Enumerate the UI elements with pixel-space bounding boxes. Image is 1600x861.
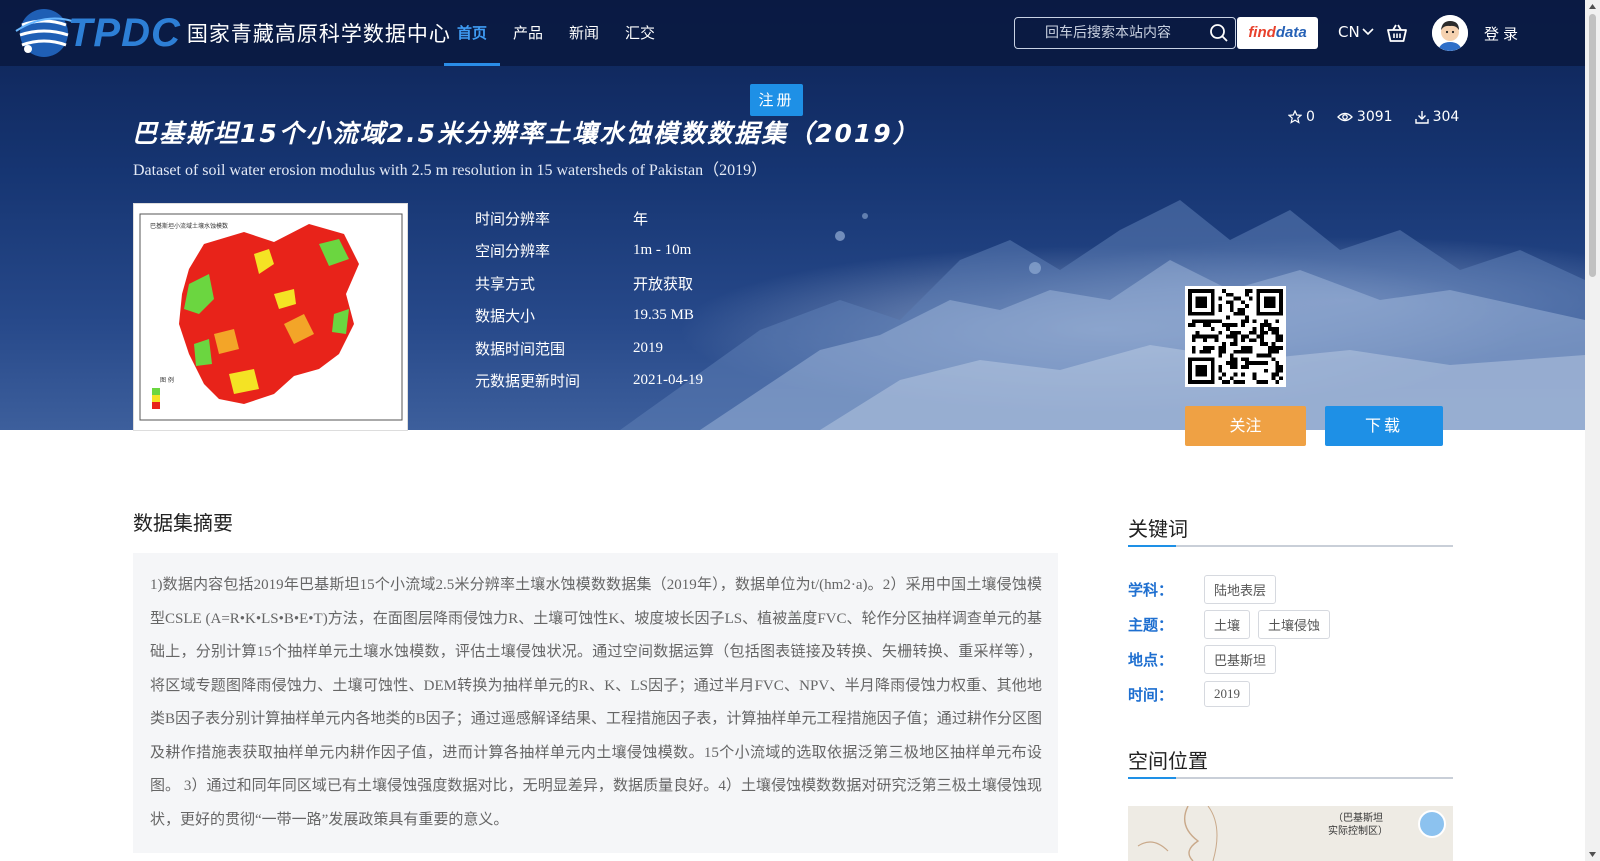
- meta-row: 共享方式 开放获取: [475, 267, 703, 300]
- meta-row: 时间分辨率 年: [475, 202, 703, 235]
- star-count[interactable]: 0: [1288, 109, 1315, 125]
- meta-key: 共享方式: [475, 274, 536, 293]
- meta-value: 19.35 MB: [633, 307, 694, 324]
- meta-key: 时间分辨率: [475, 209, 551, 228]
- keyword-row-place: 地点： 巴基斯坦: [1128, 645, 1284, 674]
- findata-link[interactable]: finddata: [1237, 17, 1318, 49]
- download-icon: [1414, 111, 1429, 124]
- login-link[interactable]: 登录: [1484, 23, 1522, 44]
- svg-text:图 例: 图 例: [160, 376, 174, 384]
- meta-value: 年: [633, 211, 649, 228]
- search-box: [1014, 17, 1236, 49]
- abstract-heading: 数据集摘要: [133, 511, 233, 535]
- keyword-tag[interactable]: 土壤: [1204, 610, 1251, 639]
- scroll-down-arrow-icon[interactable]: [1588, 850, 1597, 858]
- user-avatar[interactable]: [1432, 15, 1468, 51]
- scrollbar-thumb[interactable]: [1589, 14, 1596, 277]
- meta-value: 2021-04-19: [633, 372, 703, 389]
- abstract-text: 1)数据内容包括2019年巴基斯坦15个小流域2.5米分辨率土壤水蚀模数数据集（…: [150, 577, 1042, 828]
- star-icon: [1288, 110, 1302, 124]
- map-layer-toggle-icon[interactable]: [1418, 810, 1446, 838]
- search-icon[interactable]: [1209, 23, 1229, 43]
- keyword-tag[interactable]: 2019: [1204, 681, 1250, 707]
- star-count-value: 0: [1306, 109, 1315, 125]
- meta-key: 数据大小: [475, 307, 536, 326]
- cart-icon[interactable]: [1386, 22, 1408, 44]
- dataset-stats: 0 3091 304: [1288, 109, 1481, 125]
- findata-text-part1: find: [1248, 24, 1276, 41]
- meta-key: 空间分辨率: [475, 242, 551, 261]
- chevron-down-icon: [1362, 28, 1374, 36]
- keyword-label: 学科：: [1128, 581, 1174, 599]
- view-count-value: 3091: [1356, 109, 1393, 125]
- keyword-tag[interactable]: 土壤侵蚀: [1258, 610, 1331, 639]
- map-label-line1: （巴基斯坦: [1333, 813, 1383, 824]
- meta-row: 数据大小 19.35 MB: [475, 300, 703, 333]
- meta-key: 数据时间范围: [475, 339, 566, 358]
- logo-abbreviation: TPDC: [68, 10, 181, 55]
- qr-code-icon: [1188, 289, 1283, 384]
- download-count-value: 304: [1432, 109, 1460, 125]
- meta-row: 空间分辨率 1m - 10m: [475, 235, 703, 268]
- site-logo[interactable]: TPDC 国家青藏高原科学数据中心: [14, 3, 451, 63]
- avatar-icon: [1432, 15, 1468, 51]
- download-count: 304: [1414, 109, 1460, 125]
- erosion-map-image: 巴基斯坦小流域土壤水蚀模数 图 例: [139, 213, 403, 421]
- main-nav: 首页 产品 新闻 汇交: [444, 0, 668, 66]
- nav-submit[interactable]: 汇交: [612, 0, 668, 66]
- follow-button[interactable]: 关注: [1185, 406, 1306, 446]
- keyword-label: 地点：: [1128, 651, 1174, 669]
- keyword-tag[interactable]: 巴基斯坦: [1204, 645, 1277, 674]
- nav-products[interactable]: 产品: [500, 0, 556, 66]
- meta-value: 1m - 10m: [633, 242, 692, 259]
- location-divider: [1128, 777, 1453, 779]
- language-label: CN: [1338, 23, 1360, 41]
- keyword-label: 时间：: [1128, 685, 1174, 704]
- metadata-table: 时间分辨率 年 空间分辨率 1m - 10m 共享方式 开放获取 数据大小 19…: [475, 202, 703, 397]
- nav-news[interactable]: 新闻: [556, 0, 612, 66]
- map-label-line2: 实际控制区）: [1328, 826, 1388, 837]
- globe-logo-icon: [15, 9, 73, 57]
- location-map[interactable]: （巴基斯坦 实际控制区）: [1128, 806, 1453, 861]
- thumbnail-caption: 巴基斯坦小流域土壤水蚀模数: [150, 222, 228, 230]
- top-navigation-bar: TPDC 国家青藏高原科学数据中心 首页 产品 新闻 汇交 finddata C…: [0, 0, 1585, 66]
- scroll-up-arrow-icon[interactable]: [1588, 3, 1597, 11]
- dataset-title-cn: 巴基斯坦15个小流域2.5米分辨率土壤水蚀模数数据集（2019）: [132, 119, 920, 148]
- keywords-divider: [1128, 545, 1453, 547]
- dataset-thumbnail[interactable]: 巴基斯坦小流域土壤水蚀模数 图 例: [133, 203, 408, 431]
- keywords-heading: 关键词: [1128, 517, 1188, 541]
- keyword-tag[interactable]: 陆地表层: [1204, 575, 1277, 604]
- keyword-row-discipline: 学科： 陆地表层: [1128, 575, 1284, 604]
- meta-row: 数据时间范围 2019: [475, 332, 703, 365]
- logo-name: 国家青藏高原科学数据中心: [186, 22, 451, 46]
- register-button[interactable]: 注册: [750, 84, 803, 116]
- findata-d-glyph: d: [1275, 24, 1285, 41]
- location-heading: 空间位置: [1128, 749, 1208, 773]
- keyword-row-theme: 主题： 土壤 土壤侵蚀: [1128, 610, 1338, 639]
- download-button[interactable]: 下载: [1325, 406, 1443, 446]
- abstract-box: 1)数据内容包括2019年巴基斯坦15个小流域2.5米分辨率土壤水蚀模数数据集（…: [133, 553, 1058, 853]
- meta-value: 2019: [633, 339, 663, 356]
- dataset-title-en: Dataset of soil water erosion modulus wi…: [133, 162, 768, 179]
- map-roads: [1137, 806, 1218, 861]
- keyword-label: 主题：: [1128, 616, 1174, 634]
- meta-row: 元数据更新时间 2021-04-19: [475, 365, 703, 398]
- map-label: （巴基斯坦 实际控制区）: [1328, 812, 1388, 838]
- findata-text-part2: ata: [1284, 24, 1307, 41]
- eye-icon: [1337, 112, 1353, 122]
- view-count: 3091: [1337, 109, 1393, 125]
- meta-key: 元数据更新时间: [475, 372, 581, 391]
- page-scrollbar[interactable]: [1585, 0, 1600, 861]
- language-switch[interactable]: CN: [1338, 23, 1374, 41]
- nav-home[interactable]: 首页: [444, 0, 501, 66]
- search-input[interactable]: [1015, 18, 1205, 48]
- qr-code: [1185, 286, 1286, 387]
- keyword-row-time: 时间： 2019: [1128, 681, 1258, 707]
- meta-value: 开放获取: [633, 276, 694, 293]
